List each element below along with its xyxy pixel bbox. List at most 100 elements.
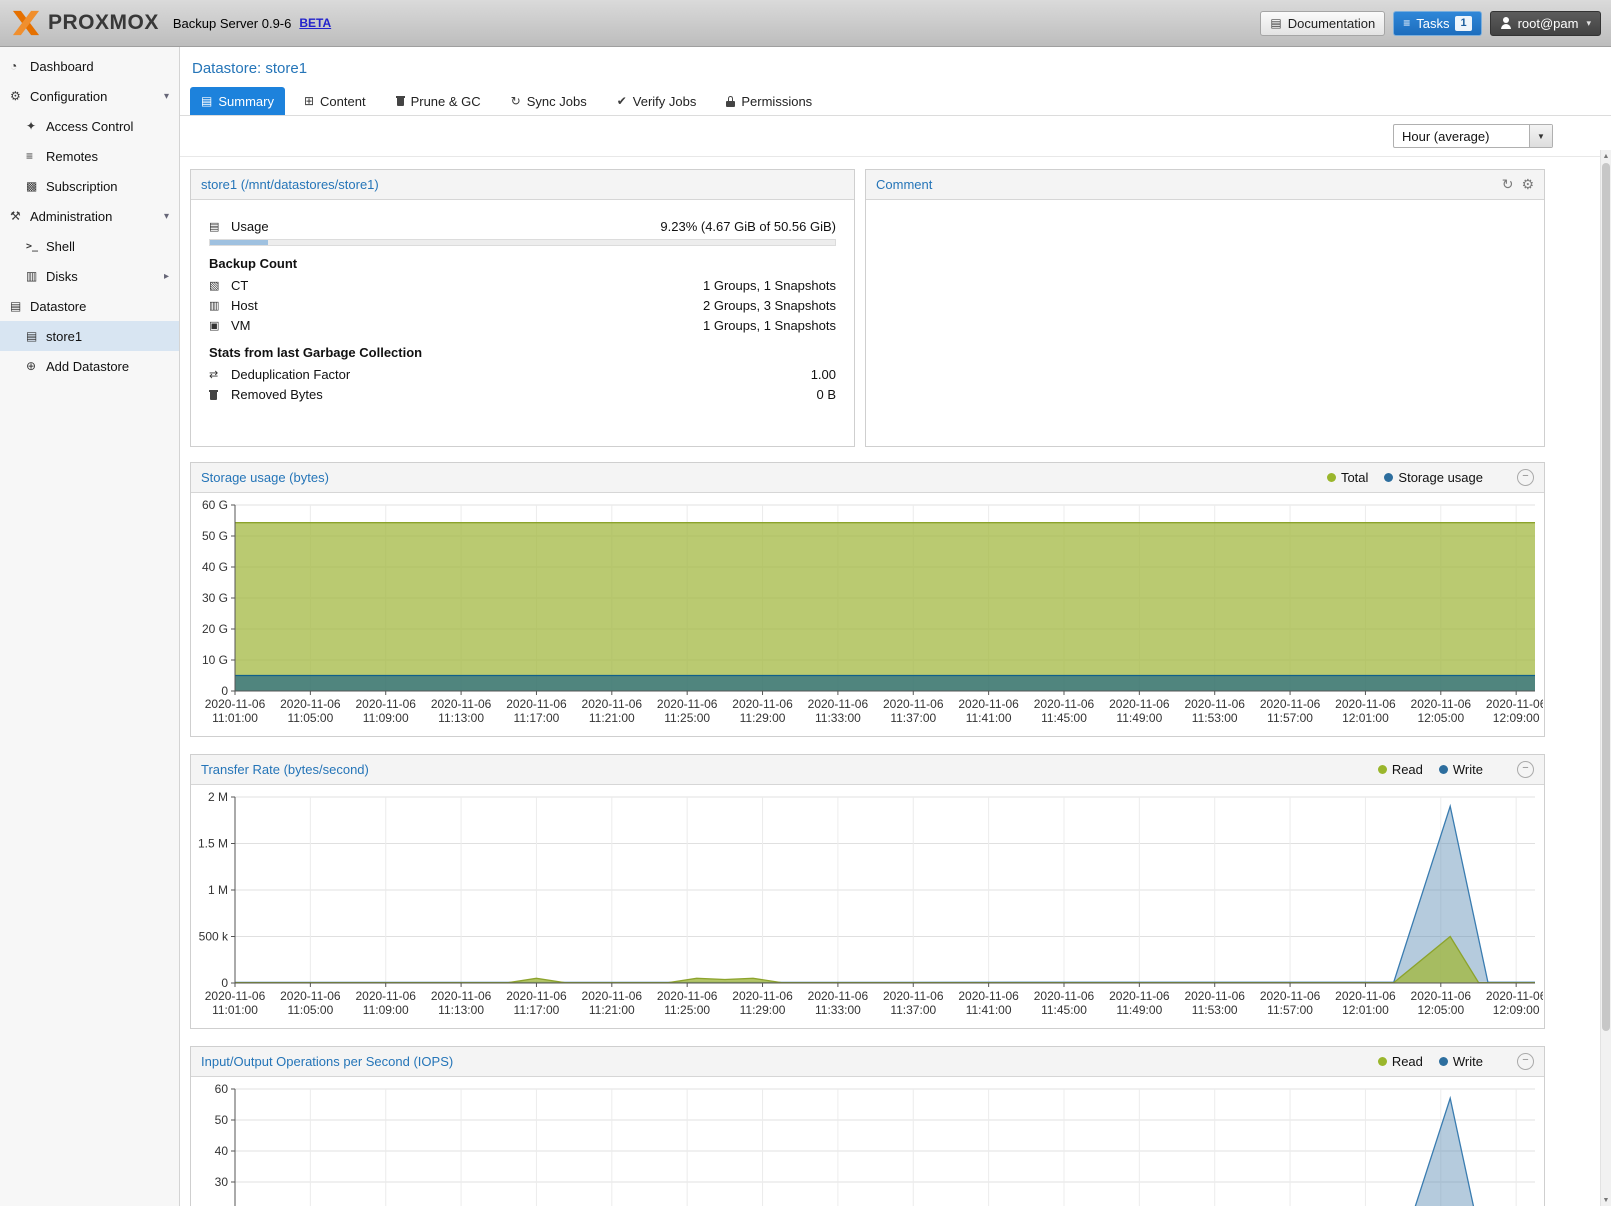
summary-toolbar: Hour (average) ▼: [180, 116, 1611, 157]
sidebar-item-configuration[interactable]: ⚙ Configuration ▾: [0, 81, 179, 111]
chevron-down-icon[interactable]: ▾: [164, 91, 169, 102]
comment-panel-body[interactable]: [866, 200, 1544, 446]
app-header: PROXMOX Backup Server 0.9-6 BETA ▤ Docum…: [0, 0, 1611, 47]
scroll-down-icon[interactable]: ▼: [1601, 1194, 1611, 1206]
legend-total[interactable]: Total: [1327, 470, 1368, 485]
tab-label: Summary: [218, 94, 274, 109]
tab-summary[interactable]: ▤ Summary: [190, 87, 285, 115]
scrollbar-thumb[interactable]: [1602, 163, 1610, 1031]
svg-text:11:21:00: 11:21:00: [589, 1003, 635, 1017]
tab-label: Verify Jobs: [633, 94, 697, 109]
user-label: root@pam: [1518, 16, 1579, 31]
sidebar-item-administration[interactable]: ⚒ Administration ▾: [0, 201, 179, 231]
ct-value: 1 Groups, 1 Snapshots: [703, 278, 836, 293]
svg-text:2 M: 2 M: [208, 790, 228, 804]
transfer-rate-chart: 0500 k1 M1.5 M2 M2020-11-0611:01:002020-…: [191, 787, 1543, 1023]
usage-bar-fill: [210, 240, 268, 245]
collapse-icon[interactable]: −: [1517, 761, 1534, 778]
product-version: Backup Server 0.9-6: [173, 16, 292, 31]
cube-icon: ▧: [209, 279, 231, 292]
terminal-icon: >_: [26, 241, 46, 252]
time-range-select[interactable]: Hour (average) ▼: [1393, 124, 1553, 148]
sidebar-item-label: Disks: [46, 269, 78, 284]
dedup-label: Deduplication Factor: [231, 367, 350, 382]
grid-icon: ⊞: [304, 94, 314, 108]
svg-text:11:09:00: 11:09:00: [363, 1003, 409, 1017]
beta-link[interactable]: BETA: [299, 16, 331, 30]
svg-text:2020-11-06: 2020-11-06: [657, 697, 718, 711]
tasks-icon: ≡: [1403, 16, 1410, 30]
svg-text:2020-11-06: 2020-11-06: [1260, 697, 1321, 711]
sidebar-item-label: Configuration: [30, 89, 107, 104]
building-icon: ▥: [209, 299, 231, 312]
removed-bytes-row: Removed Bytes 0 B: [209, 385, 836, 404]
documentation-button[interactable]: ▤ Documentation: [1260, 11, 1385, 36]
tasks-button[interactable]: ≡ Tasks 1: [1393, 11, 1481, 36]
chevron-right-icon[interactable]: ▸: [164, 271, 169, 282]
transfer-chart-header: Transfer Rate (bytes/second) Read Write …: [191, 755, 1544, 785]
iops-chart-body: 01020304050602020-11-0611:01:002020-11-0…: [191, 1077, 1544, 1206]
user-menu-button[interactable]: root@pam ▾: [1490, 11, 1601, 36]
sidebar-item-subscription[interactable]: ▩ Subscription: [0, 171, 179, 201]
sidebar-item-label: store1: [46, 329, 82, 344]
svg-text:11:09:00: 11:09:00: [363, 711, 409, 725]
sidebar-item-remotes[interactable]: ≡ Remotes: [0, 141, 179, 171]
vm-value: 1 Groups, 1 Snapshots: [703, 318, 836, 333]
scroll-up-icon[interactable]: ▲: [1601, 150, 1611, 162]
svg-text:2020-11-06: 2020-11-06: [1411, 989, 1472, 1003]
compress-arrows-icon: ⇄: [209, 368, 231, 381]
comment-panel-header: Comment ↻ ⚙: [866, 170, 1544, 200]
tab-sync-jobs[interactable]: ↻ Sync Jobs: [500, 87, 598, 115]
refresh-icon[interactable]: ↻: [1502, 176, 1514, 193]
sidebar-item-add-datastore[interactable]: ⊕ Add Datastore: [0, 351, 179, 381]
tab-permissions[interactable]: Permissions: [715, 87, 823, 115]
storage-chart-header: Storage usage (bytes) Total Storage usag…: [191, 463, 1544, 493]
svg-text:11:45:00: 11:45:00: [1041, 711, 1087, 725]
svg-text:2020-11-06: 2020-11-06: [732, 697, 793, 711]
backup-count-title: Backup Count: [209, 256, 836, 271]
trash-icon: [209, 390, 231, 400]
sidebar-item-store1[interactable]: ▤ store1: [0, 321, 179, 351]
legend-write[interactable]: Write: [1439, 762, 1483, 777]
sidebar-item-datastore[interactable]: ▤ Datastore: [0, 291, 179, 321]
chevron-down-icon[interactable]: ▾: [164, 211, 169, 222]
collapse-icon[interactable]: −: [1517, 469, 1534, 486]
book-icon: ▤: [201, 94, 212, 108]
tab-bar: ▤ Summary ⊞ Content Prune & GC ↻ Sync Jo…: [180, 87, 1611, 116]
dashboard-icon: ◔: [10, 59, 30, 73]
transfer-chart-body: 0500 k1 M1.5 M2 M2020-11-0611:01:002020-…: [191, 785, 1544, 1028]
sidebar-item-shell[interactable]: >_ Shell: [0, 231, 179, 261]
legend-label: Write: [1453, 762, 1483, 777]
vertical-scrollbar[interactable]: ▲ ▼: [1600, 150, 1611, 1206]
svg-text:11:37:00: 11:37:00: [890, 711, 936, 725]
chevron-down-icon[interactable]: ▼: [1529, 125, 1552, 147]
legend-storage-usage[interactable]: Storage usage: [1384, 470, 1483, 485]
sidebar-item-dashboard[interactable]: ◔ Dashboard: [0, 51, 179, 81]
svg-text:2020-11-06: 2020-11-06: [506, 697, 567, 711]
tab-content[interactable]: ⊞ Content: [293, 87, 377, 115]
svg-text:1 M: 1 M: [208, 883, 228, 897]
ct-row: ▧ CT 1 Groups, 1 Snapshots: [209, 276, 836, 295]
plus-circle-icon: ⊕: [26, 359, 46, 373]
svg-text:11:21:00: 11:21:00: [589, 711, 635, 725]
usage-progress-bar: [209, 239, 836, 246]
svg-text:30 G: 30 G: [202, 591, 228, 605]
svg-text:11:01:00: 11:01:00: [212, 711, 258, 725]
tab-label: Prune & GC: [411, 94, 481, 109]
svg-text:11:01:00: 11:01:00: [212, 1003, 258, 1017]
svg-text:2020-11-06: 2020-11-06: [1486, 697, 1543, 711]
legend-read[interactable]: Read: [1378, 1054, 1423, 1069]
tab-prune-gc[interactable]: Prune & GC: [385, 87, 492, 115]
gear-icon[interactable]: ⚙: [1521, 176, 1534, 193]
legend-write[interactable]: Write: [1439, 1054, 1483, 1069]
tab-verify-jobs[interactable]: ✔ Verify Jobs: [606, 87, 708, 115]
sidebar-item-disks[interactable]: ▥ Disks ▸: [0, 261, 179, 291]
svg-text:2020-11-06: 2020-11-06: [732, 989, 793, 1003]
host-value: 2 Groups, 3 Snapshots: [703, 298, 836, 313]
collapse-icon[interactable]: −: [1517, 1053, 1534, 1070]
transfer-rate-chart-panel: Transfer Rate (bytes/second) Read Write …: [190, 754, 1545, 1029]
legend-read[interactable]: Read: [1378, 762, 1423, 777]
remotes-icon: ≡: [26, 149, 46, 163]
sidebar-item-access-control[interactable]: ✦ Access Control: [0, 111, 179, 141]
vm-label: VM: [231, 318, 251, 333]
